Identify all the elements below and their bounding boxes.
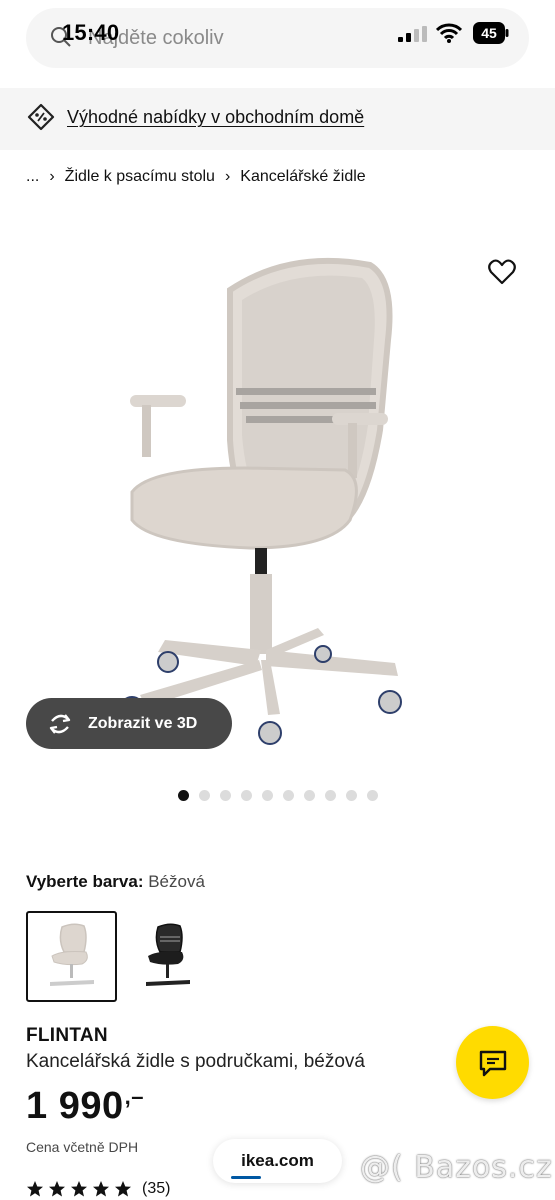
offers-link[interactable]: Výhodné nabídky v obchodním domě xyxy=(67,107,364,128)
product-description: Kancelářská židle s područkami, béžová xyxy=(26,1051,366,1072)
carousel-dot[interactable] xyxy=(220,790,231,801)
carousel-dot[interactable] xyxy=(178,790,189,801)
carousel-dot[interactable] xyxy=(304,790,315,801)
carousel-dot[interactable] xyxy=(241,790,252,801)
product-price: 1 990,– xyxy=(26,1084,144,1128)
rotate-3d-icon xyxy=(49,713,71,734)
breadcrumb-ellipsis[interactable]: ... xyxy=(26,168,39,186)
battery-icon: 45 xyxy=(473,22,509,44)
color-swatch-beige[interactable] xyxy=(26,911,117,1002)
bazos-watermark: @( Bazos.cz xyxy=(360,1150,553,1185)
view-in-3d-label: Zobrazit ve 3D xyxy=(88,714,198,732)
signal-icon xyxy=(398,26,427,42)
color-select-label: Vyberte barva: Béžová xyxy=(26,872,205,892)
star-icon xyxy=(27,1181,43,1197)
price-suffix: ,– xyxy=(124,1084,144,1109)
carousel-dot[interactable] xyxy=(199,790,210,801)
carousel-dot[interactable] xyxy=(367,790,378,801)
color-swatch-black[interactable] xyxy=(122,911,213,1002)
carousel-dot[interactable] xyxy=(325,790,336,801)
price-main: 1 990 xyxy=(26,1085,124,1127)
chat-bubble-icon xyxy=(479,1050,506,1076)
chair-thumbnail-beige xyxy=(49,923,94,986)
breadcrumb-item-office-chairs[interactable]: Kancelářské židle xyxy=(240,168,365,186)
product-rating[interactable]: (35) xyxy=(26,1180,170,1198)
price-tag-icon xyxy=(27,103,55,131)
wifi-icon xyxy=(436,23,462,43)
chat-button[interactable] xyxy=(456,1026,529,1099)
color-select-prefix: Vyberte barva: xyxy=(26,872,144,891)
status-time: 15:40 xyxy=(62,20,120,45)
price-note: Cena včetně DPH xyxy=(26,1139,139,1155)
breadcrumb: ... › Židle k psacímu stolu › Kancelářsk… xyxy=(26,168,366,186)
url-loading-indicator xyxy=(231,1176,261,1179)
carousel-dots[interactable] xyxy=(178,790,378,801)
star-icon xyxy=(71,1181,87,1197)
star-icon xyxy=(115,1181,131,1197)
review-count: (35) xyxy=(142,1180,171,1197)
star-icon xyxy=(49,1181,65,1197)
chevron-right-icon: › xyxy=(49,168,55,185)
view-in-3d-button[interactable]: Zobrazit ve 3D xyxy=(26,698,232,749)
offers-banner[interactable]: Výhodné nabídky v obchodním domě xyxy=(0,88,555,150)
chair-thumbnail-black xyxy=(145,923,190,986)
color-select-value: Béžová xyxy=(148,872,205,891)
heart-icon[interactable] xyxy=(488,259,516,285)
battery-level: 45 xyxy=(481,25,497,41)
carousel-dot[interactable] xyxy=(262,790,273,801)
chevron-right-icon: › xyxy=(224,168,231,185)
carousel-dot[interactable] xyxy=(346,790,357,801)
star-icon xyxy=(93,1181,109,1197)
product-name: FLINTAN xyxy=(26,1025,108,1046)
carousel-dot[interactable] xyxy=(283,790,294,801)
breadcrumb-item-desk-chairs[interactable]: Židle k psacímu stolu xyxy=(65,168,215,186)
rating-stars xyxy=(26,1180,132,1198)
